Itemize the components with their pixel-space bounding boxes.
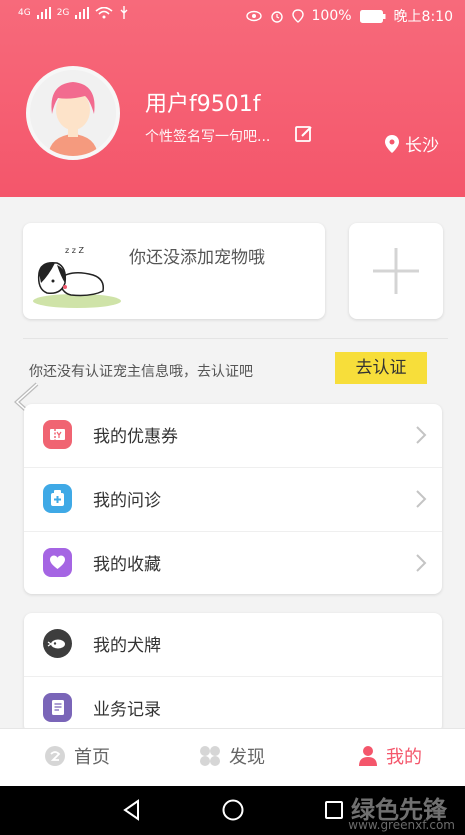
discover-icon <box>200 746 220 766</box>
nav-home-icon[interactable] <box>221 798 245 822</box>
menu-group-primary: 我的优惠券 我的问诊 我的收藏 <box>24 404 442 594</box>
svg-text:z z Z: z z Z <box>65 246 84 255</box>
menu-label: 我的收藏 <box>93 555 161 575</box>
tab-label: 发现 <box>229 747 265 768</box>
battery-percent: 100% <box>311 8 352 24</box>
chevron-right-icon <box>416 490 427 508</box>
menu-label: 业务记录 <box>93 700 161 720</box>
location-status-icon <box>291 9 304 23</box>
nav-recents-icon[interactable] <box>322 798 346 822</box>
divider <box>23 338 448 339</box>
menu-item-dog-tag[interactable]: 我的犬牌 <box>24 613 442 677</box>
username: 用户f9501f <box>145 92 261 117</box>
plus-icon <box>373 248 419 294</box>
medical-icon <box>43 484 72 513</box>
menu-item-favorites[interactable]: 我的收藏 <box>24 532 442 596</box>
nav-back-icon[interactable] <box>120 798 144 822</box>
signal-bars-icon <box>36 7 51 19</box>
tab-label: 我的 <box>386 747 422 768</box>
no-pet-text: 你还没添加宠物哦 <box>129 248 265 268</box>
tab-discover[interactable]: 发现 <box>199 743 265 769</box>
usb-icon <box>120 6 128 19</box>
eye-icon <box>245 10 262 22</box>
status-bar: 4G 2G 100% 晚上8:10 <box>0 0 465 30</box>
system-nav-bar: 绿色先锋 www.greenxf.com <box>0 786 465 835</box>
signal-bars-icon-2 <box>75 7 90 19</box>
location-pin-icon <box>385 134 399 153</box>
sleeping-pet-illustration: z z Z <box>33 246 121 308</box>
add-pet-button[interactable] <box>349 223 443 319</box>
verify-button[interactable]: 去认证 <box>335 352 427 384</box>
menu-group-secondary: 我的犬牌 业务记录 <box>24 613 442 733</box>
menu-label: 我的优惠券 <box>93 427 178 447</box>
dog-tag-icon <box>43 629 72 658</box>
clock-time: 晚上8:10 <box>393 9 453 25</box>
user-icon <box>359 746 377 766</box>
coupon-icon <box>43 420 72 449</box>
record-icon <box>43 693 72 722</box>
tab-home[interactable]: 首页 <box>44 743 110 769</box>
avatar[interactable] <box>26 66 120 160</box>
alarm-icon <box>270 11 283 23</box>
tab-label: 首页 <box>74 747 110 768</box>
location-label: 长沙 <box>405 136 439 156</box>
chevron-right-icon <box>416 426 427 444</box>
wifi-icon <box>95 7 113 19</box>
signal-icon-2: 2G <box>56 8 70 18</box>
menu-item-consultations[interactable]: 我的问诊 <box>24 468 442 532</box>
chevron-right-icon <box>416 554 427 572</box>
menu-item-coupons[interactable]: 我的优惠券 <box>24 404 442 468</box>
pet-card[interactable]: z z Z 你还没添加宠物哦 <box>23 223 325 319</box>
verify-prompt: 你还没有认证宠主信息哦，去认证吧 <box>29 364 253 380</box>
avatar-illustration <box>30 70 116 156</box>
bottom-tab-bar: 首页 发现 我的 <box>0 728 465 787</box>
menu-label: 我的犬牌 <box>93 636 161 656</box>
menu-label: 我的问诊 <box>93 491 161 511</box>
signature-text[interactable]: 个性签名写一句吧... <box>145 126 270 146</box>
watermark-url: www.greenxf.com <box>348 818 455 832</box>
battery-icon <box>359 9 386 23</box>
home-icon <box>45 746 65 766</box>
location[interactable]: 长沙 <box>385 131 439 156</box>
tab-mine[interactable]: 我的 <box>358 743 422 769</box>
edit-icon[interactable] <box>294 124 314 144</box>
signal-icon: 4G <box>18 8 31 18</box>
heart-icon <box>43 548 72 577</box>
